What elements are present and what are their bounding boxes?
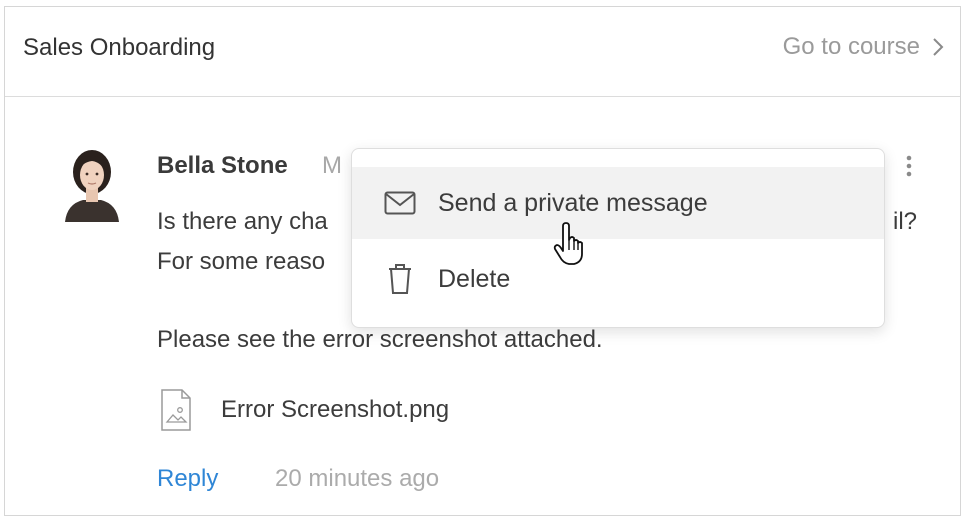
more-options-icon[interactable] — [902, 152, 916, 182]
chevron-right-icon — [932, 37, 944, 57]
comment-body-line2: For some reaso — [157, 248, 326, 275]
image-file-icon[interactable] — [160, 388, 192, 432]
menu-item-send-private-message[interactable]: Send a private message — [352, 167, 884, 239]
menu-item-delete[interactable]: Delete — [352, 243, 884, 315]
comment-author[interactable]: Bella Stone — [157, 152, 288, 180]
trash-icon — [382, 261, 418, 297]
comment-body-line1-end: il? — [893, 208, 918, 235]
menu-item-label: Delete — [438, 264, 511, 293]
reply-button[interactable]: Reply — [157, 465, 218, 493]
envelope-icon — [382, 185, 418, 221]
comment-meta: M — [322, 152, 342, 179]
go-to-course-link[interactable]: Go to course — [783, 33, 944, 61]
menu-item-label: Send a private message — [438, 188, 708, 217]
comment-timestamp: 20 minutes ago — [275, 465, 440, 492]
go-to-course-label: Go to course — [782, 33, 920, 60]
card-header: Sales Onboarding Go to course — [5, 7, 960, 97]
comment-body-line1: Is there any cha — [157, 208, 328, 235]
comment-body-line3: Please see the error screenshot attached… — [157, 326, 603, 353]
attachment-name[interactable]: Error Screenshot.png — [221, 396, 449, 424]
author-avatar[interactable] — [61, 146, 123, 222]
course-title: Sales Onboarding — [23, 34, 216, 61]
comment-context-menu: Send a private message Delete — [351, 148, 885, 328]
